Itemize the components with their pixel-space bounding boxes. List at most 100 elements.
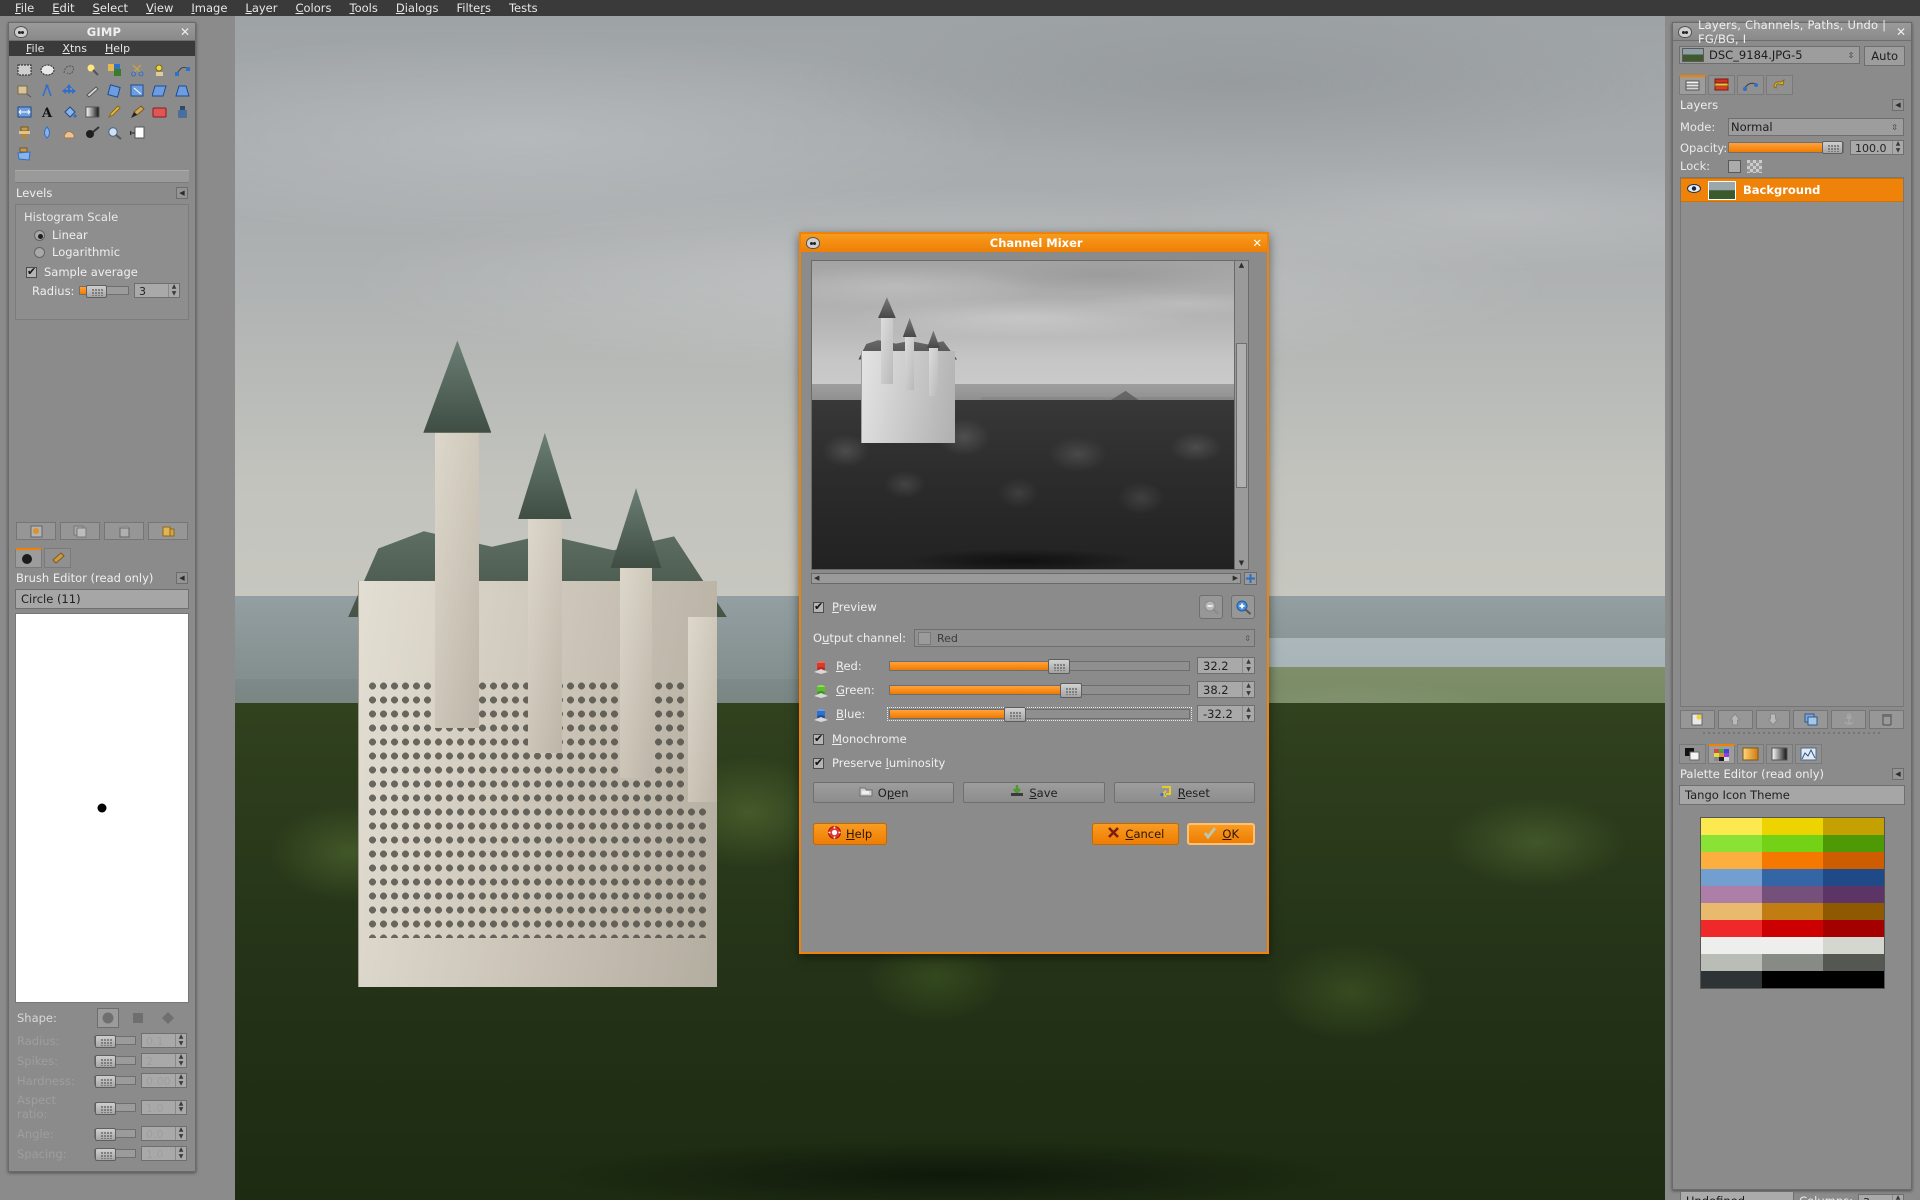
menu-item-tests[interactable]: Tests bbox=[500, 0, 547, 16]
palette-swatch[interactable] bbox=[1822, 920, 1884, 937]
radius-value[interactable]: 3 bbox=[135, 284, 168, 298]
palette-status-bar[interactable]: Undefined Columns: 3 ▲▼ bbox=[1680, 1191, 1904, 1200]
palette-swatch[interactable] bbox=[1700, 954, 1762, 971]
palette-swatch[interactable] bbox=[1822, 869, 1884, 886]
blue-channel-slider[interactable] bbox=[887, 706, 1192, 722]
pencil-icon[interactable] bbox=[105, 102, 124, 121]
compass-icon[interactable] bbox=[38, 81, 57, 100]
paintbrush-icon[interactable] bbox=[128, 102, 147, 121]
square-shape-icon[interactable] bbox=[127, 1008, 149, 1028]
close-icon[interactable]: ✕ bbox=[180, 25, 190, 39]
palette-swatch[interactable] bbox=[1822, 886, 1884, 903]
palette-undefined-field[interactable]: Undefined bbox=[1680, 1191, 1795, 1200]
palette-swatch[interactable] bbox=[1761, 903, 1823, 920]
preview-horizontal-scrollbar[interactable]: ◀ ▶ bbox=[811, 573, 1241, 584]
paths-icon[interactable] bbox=[173, 60, 192, 79]
lock-row[interactable]: Lock: bbox=[1680, 159, 1904, 173]
chevron-updown-icon[interactable]: ⇳ bbox=[1888, 123, 1901, 132]
zoom-icon[interactable] bbox=[105, 123, 124, 142]
rightdock-titlebar[interactable]: Layers, Channels, Paths, Undo | FG/BG, I… bbox=[1673, 18, 1911, 46]
preserve-luminosity-checkbox[interactable] bbox=[813, 756, 824, 769]
palette-swatch[interactable] bbox=[1822, 852, 1884, 869]
palette-menu-arrow-icon[interactable]: ◀ bbox=[1892, 768, 1904, 780]
red-channel-value[interactable]: 32.2 bbox=[1198, 658, 1242, 673]
flip-icon[interactable] bbox=[15, 102, 34, 121]
image-selector[interactable]: DSC_9184.JPG-5 ⇳ bbox=[1679, 46, 1861, 64]
menu-item-layer[interactable]: Layer bbox=[236, 0, 286, 16]
channels-tab[interactable] bbox=[1708, 75, 1735, 95]
radius-slider-row[interactable]: Radius: 3 ▲ ▼ bbox=[32, 283, 180, 298]
circle-shape-icon[interactable] bbox=[97, 1008, 119, 1028]
open-button[interactable]: Open bbox=[813, 782, 955, 803]
zoom-out-icon[interactable] bbox=[1199, 595, 1223, 619]
toolbox-menu-xtns[interactable]: Xtns bbox=[53, 42, 96, 55]
free-select-icon[interactable] bbox=[60, 60, 79, 79]
tool-grid[interactable]: A bbox=[9, 56, 195, 165]
paths-tab[interactable] bbox=[1737, 75, 1764, 95]
monochrome-checkbox[interactable] bbox=[813, 732, 824, 745]
preserve-luminosity-row[interactable]: Preserve luminosity bbox=[813, 756, 1255, 770]
opacity-spinner[interactable]: 100.0 ▲ ▼ bbox=[1850, 140, 1904, 155]
select-by-color-icon[interactable] bbox=[105, 60, 124, 79]
perspective-clone-icon[interactable] bbox=[15, 144, 34, 163]
duplicate-brush-icon[interactable] bbox=[60, 522, 100, 540]
save-button[interactable]: Save bbox=[963, 782, 1105, 803]
ellipse-select-icon[interactable] bbox=[38, 60, 57, 79]
palette-name-field[interactable]: Tango Icon Theme bbox=[1679, 785, 1905, 805]
palette-swatch[interactable] bbox=[1700, 835, 1762, 852]
blue-channel-value[interactable]: -32.2 bbox=[1198, 706, 1242, 721]
crop-icon[interactable] bbox=[83, 81, 102, 100]
green-channel-row[interactable]: Green: 38.2 ▲ ▼ bbox=[813, 681, 1255, 698]
blue-channel-row[interactable]: Blue: -32.2 ▲ ▼ bbox=[813, 705, 1255, 722]
palette-swatch[interactable] bbox=[1700, 869, 1762, 886]
foreground-select-icon[interactable] bbox=[150, 60, 169, 79]
menu-item-colors[interactable]: Colors bbox=[286, 0, 340, 16]
toolbox-menu-file[interactable]: File bbox=[17, 42, 53, 55]
scroll-down-icon[interactable]: ▼ bbox=[1235, 559, 1248, 569]
layer-action-buttons[interactable] bbox=[1680, 710, 1904, 729]
palette-swatch[interactable] bbox=[1700, 971, 1762, 988]
close-icon[interactable]: ✕ bbox=[1252, 236, 1262, 250]
palette-swatch[interactable] bbox=[1822, 937, 1884, 954]
palette-swatch[interactable] bbox=[1761, 886, 1823, 903]
columns-spinner[interactable]: 3 ▲▼ bbox=[1858, 1193, 1904, 1200]
opacity-slider[interactable] bbox=[1728, 141, 1844, 154]
dodge-burn-icon[interactable] bbox=[83, 123, 102, 142]
radio-logarithmic-indicator[interactable] bbox=[34, 246, 45, 258]
menu-item-edit[interactable]: Edit bbox=[43, 0, 83, 16]
palette-swatch[interactable] bbox=[1700, 920, 1762, 937]
eraser-icon[interactable] bbox=[150, 102, 169, 121]
channel-mixer-preview[interactable] bbox=[811, 260, 1235, 570]
palette-swatch[interactable] bbox=[1822, 835, 1884, 852]
green-channel-value[interactable]: 38.2 bbox=[1198, 682, 1242, 697]
clone-icon[interactable] bbox=[15, 123, 34, 142]
preview-vertical-scrollbar[interactable]: ▲ ▼ bbox=[1235, 260, 1249, 570]
table-row[interactable]: Background bbox=[1681, 178, 1903, 202]
menu-item-view[interactable]: View bbox=[137, 0, 182, 16]
blur-sharpen-icon[interactable] bbox=[38, 123, 57, 142]
lower-layer-icon[interactable] bbox=[1755, 710, 1791, 729]
move-icon[interactable] bbox=[60, 81, 79, 100]
palette-swatch-grid[interactable] bbox=[1699, 817, 1885, 989]
channel-mixer-titlebar[interactable]: Channel Mixer ✕ bbox=[801, 234, 1267, 252]
rotate-icon[interactable] bbox=[105, 81, 124, 100]
toolbox-menubar[interactable]: File Xtns Help bbox=[9, 41, 195, 56]
palette-swatch[interactable] bbox=[1761, 835, 1823, 852]
refresh-brushes-icon[interactable] bbox=[148, 522, 188, 540]
output-channel-combo[interactable]: Red ⇳ bbox=[914, 629, 1255, 647]
palette-swatch[interactable] bbox=[1700, 886, 1762, 903]
scissors-select-icon[interactable] bbox=[128, 60, 147, 79]
scale-icon[interactable] bbox=[128, 81, 147, 100]
palette-swatch[interactable] bbox=[1700, 937, 1762, 954]
help-button[interactable]: Help bbox=[813, 823, 888, 845]
cancel-button[interactable]: Cancel bbox=[1092, 823, 1180, 845]
menu-item-file[interactable]: File bbox=[6, 0, 43, 16]
palette-swatch[interactable] bbox=[1761, 920, 1823, 937]
histogram-tab[interactable] bbox=[1795, 744, 1822, 764]
undo-history-tab[interactable] bbox=[1766, 75, 1793, 95]
reset-button[interactable]: Reset bbox=[1113, 782, 1255, 803]
menu-item-filters[interactable]: Filters bbox=[447, 0, 500, 16]
scroll-up-icon[interactable]: ▲ bbox=[1235, 261, 1248, 271]
layers-menu-arrow-icon[interactable]: ◀ bbox=[1892, 99, 1904, 111]
toolbox-menu-help[interactable]: Help bbox=[96, 42, 139, 55]
